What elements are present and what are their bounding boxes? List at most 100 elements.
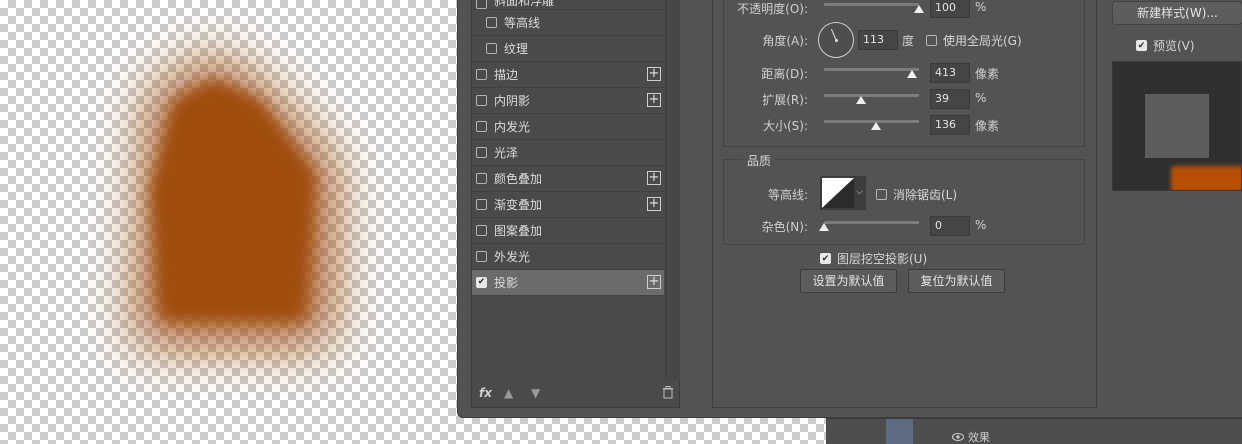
fx-icon[interactable]: fx <box>479 386 492 400</box>
effect-checkbox[interactable] <box>476 69 487 80</box>
layer-style-dialog: 斜面和浮雕 等高线 纹理 描边 + 内阴影 + 内发光 光泽 颜色叠加 + 渐变叠加 + 图案叠加 外发光 ✔… <box>457 0 1242 418</box>
effect-checkbox[interactable] <box>476 199 487 210</box>
noise-slider-thumb[interactable] <box>819 223 829 231</box>
angle-unit: 度 <box>902 34 915 48</box>
effect-checkbox[interactable] <box>476 225 487 236</box>
effect-checkbox[interactable] <box>476 95 487 106</box>
effect-checkbox[interactable] <box>486 17 497 28</box>
contour-swatch[interactable] <box>822 178 854 208</box>
effect-checkbox[interactable] <box>486 43 497 54</box>
distance-unit: 像素 <box>975 67 1000 81</box>
knockout-label: 图层挖空投影(U) <box>837 252 928 266</box>
opacity-unit: % <box>975 0 987 14</box>
shadow-core <box>150 80 315 320</box>
knockout-check-box[interactable]: ✔ <box>820 253 831 264</box>
effect-item[interactable]: 纹理 <box>472 36 664 62</box>
effect-label: 纹理 <box>504 42 529 56</box>
angle-field[interactable]: 113 <box>858 30 898 50</box>
size-label: 大小(S): <box>762 119 808 133</box>
size-unit: 像素 <box>975 119 1000 133</box>
effect-label: 描边 <box>494 68 519 82</box>
contour-picker[interactable]: ⌵ <box>820 176 866 210</box>
knockout-checkbox[interactable]: ✔ 图层挖空投影(U) <box>820 250 927 267</box>
chevron-down-icon[interactable]: ⌵ <box>856 187 863 197</box>
angle-dial[interactable] <box>818 22 854 58</box>
distance-slider-thumb[interactable] <box>907 70 918 78</box>
effect-item[interactable]: 颜色叠加 + <box>472 166 664 192</box>
new-style-button[interactable]: 新建样式(W)... <box>1112 1 1242 25</box>
global-light-check-box[interactable] <box>926 35 937 46</box>
spread-label: 扩展(R): <box>762 93 808 107</box>
size-field[interactable]: 136 <box>930 115 970 135</box>
arrow-down-icon[interactable]: ▼ <box>531 386 540 400</box>
effect-item[interactable]: 光泽 <box>472 140 664 166</box>
effect-item[interactable]: 渐变叠加 + <box>472 192 664 218</box>
opacity-slider-thumb[interactable] <box>914 5 924 13</box>
effect-item[interactable]: 描边 + <box>472 62 664 88</box>
angle-label: 角度(A): <box>762 34 808 48</box>
layers-panel-strip: 效果 <box>826 418 1242 444</box>
spread-row: 扩展(R): 39 % <box>724 89 1084 109</box>
effect-item[interactable]: 图案叠加 <box>472 218 664 244</box>
arrow-up-icon[interactable]: ▲ <box>504 386 513 400</box>
set-default-button[interactable]: 设置为默认值 <box>800 269 897 293</box>
effect-checkbox[interactable] <box>476 147 487 158</box>
noise-unit: % <box>975 218 987 232</box>
effects-list-scrollbar[interactable] <box>665 0 680 379</box>
reset-default-button[interactable]: 复位为默认值 <box>908 269 1005 293</box>
contour-label: 等高线: <box>767 188 808 202</box>
canvas-drop-shadow-art <box>135 55 335 345</box>
size-slider-thumb[interactable] <box>871 122 882 130</box>
preview-check-box[interactable]: ✔ <box>1136 40 1147 51</box>
distance-slider[interactable] <box>824 68 919 78</box>
effects-list: 斜面和浮雕 等高线 纹理 描边 + 内阴影 + 内发光 光泽 颜色叠加 + 渐变叠加 + 图案叠加 外发光 ✔… <box>472 0 664 296</box>
effect-label: 图案叠加 <box>494 224 543 238</box>
effect-item[interactable]: 斜面和浮雕 <box>472 0 664 10</box>
layer-effects-row[interactable]: 效果 <box>952 429 990 444</box>
effect-item[interactable]: 内阴影 + <box>472 88 664 114</box>
anti-alias-check-box[interactable] <box>876 189 887 200</box>
size-slider[interactable] <box>824 120 919 130</box>
quality-group: 等高线: ⌵ 消除锯齿(L) 杂色(N): 0 % <box>723 159 1085 245</box>
spread-slider[interactable] <box>824 94 919 104</box>
add-effect-icon[interactable]: + <box>647 93 661 107</box>
effect-checkbox[interactable] <box>476 173 487 184</box>
distance-field[interactable]: 413 <box>930 63 970 83</box>
add-effect-icon[interactable]: + <box>647 171 661 185</box>
effect-item[interactable]: 外发光 <box>472 244 664 270</box>
opacity-label: 不透明度(O): <box>737 2 808 16</box>
add-effect-icon[interactable]: + <box>647 275 661 289</box>
add-effect-icon[interactable]: + <box>647 197 661 211</box>
opacity-row: 不透明度(O): 100 % <box>724 0 1084 18</box>
preview-checkbox[interactable]: ✔ 预览(V) <box>1136 37 1195 54</box>
noise-slider[interactable] <box>819 221 919 231</box>
effect-checkbox[interactable] <box>476 121 487 132</box>
effect-item[interactable]: 等高线 <box>472 10 664 36</box>
effect-checkbox[interactable] <box>476 0 487 9</box>
add-effect-icon[interactable]: + <box>647 67 661 81</box>
opacity-slider[interactable] <box>824 3 924 13</box>
effect-checkbox[interactable] <box>476 251 487 262</box>
eye-icon[interactable] <box>952 433 964 441</box>
layer-thumbnail-column <box>886 419 913 444</box>
global-light-checkbox[interactable]: 使用全局光(G) <box>926 32 1022 49</box>
effect-label: 外发光 <box>494 250 531 264</box>
effect-label: 光泽 <box>494 146 519 160</box>
opacity-field[interactable]: 100 <box>930 0 970 18</box>
spread-slider-thumb[interactable] <box>856 96 867 104</box>
effect-item[interactable]: ✔ 投影 + <box>472 270 664 296</box>
anti-alias-label: 消除锯齿(L) <box>893 188 958 202</box>
effect-label: 等高线 <box>504 16 541 30</box>
effect-item[interactable]: 内发光 <box>472 114 664 140</box>
effects-list-footer: fx ▲ ▼ <box>472 381 679 407</box>
spread-field[interactable]: 39 <box>930 89 970 109</box>
noise-field[interactable]: 0 <box>930 216 970 236</box>
effect-label: 内阴影 <box>494 94 531 108</box>
effect-label: 斜面和浮雕 <box>494 0 555 8</box>
trash-icon[interactable] <box>662 386 674 402</box>
preview-square <box>1145 94 1209 158</box>
effect-label: 颜色叠加 <box>494 172 543 186</box>
anti-alias-checkbox[interactable]: 消除锯齿(L) <box>876 186 957 203</box>
effect-checkbox[interactable]: ✔ <box>476 277 487 288</box>
layer-effects-label: 效果 <box>968 431 990 444</box>
